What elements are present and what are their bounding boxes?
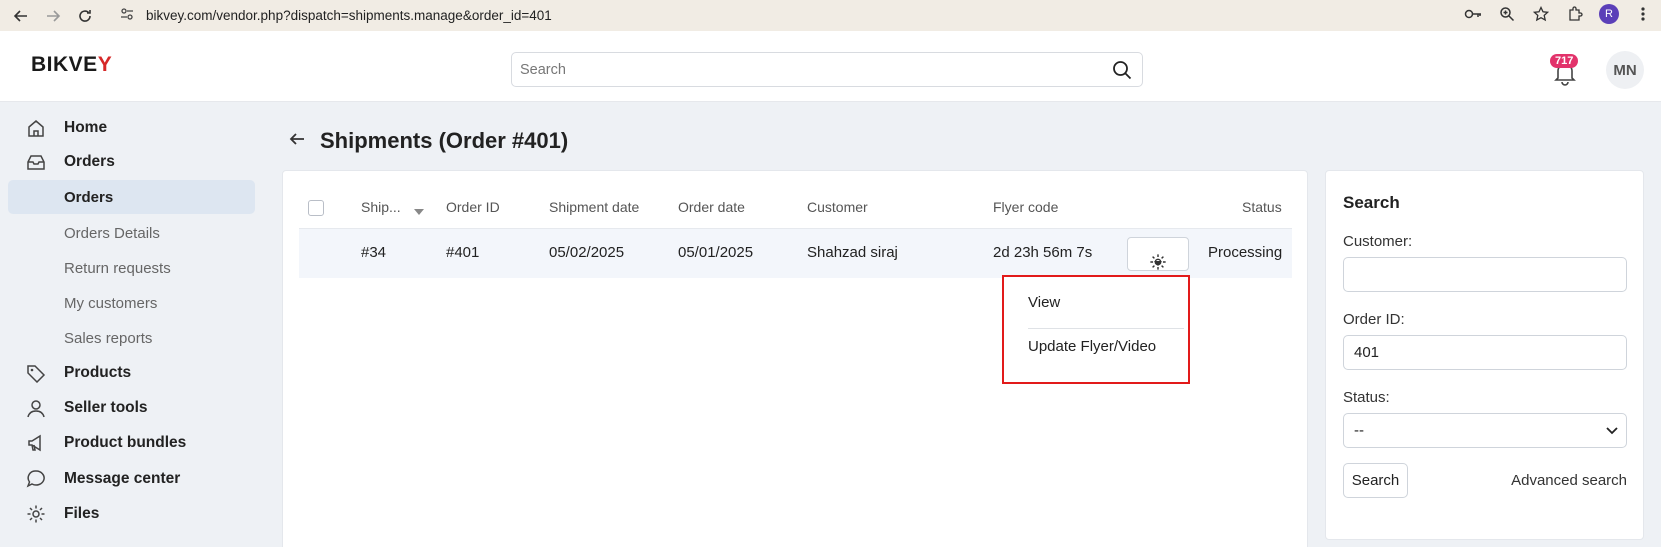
table-header: Ship... Order ID Shipment date Order dat…: [299, 193, 1292, 223]
status-label: Status:: [1343, 389, 1390, 406]
cell-shipment-id[interactable]: #34: [361, 244, 386, 261]
sidebar-item-seller-tools[interactable]: Seller tools: [8, 391, 255, 425]
select-all-checkbox[interactable]: [308, 200, 324, 216]
cell-customer: Shahzad siraj: [807, 244, 898, 261]
row-actions-dropdown: View Update Flyer/Video: [1002, 275, 1190, 384]
star-icon[interactable]: [1531, 4, 1551, 24]
sidebar-item-files[interactable]: Files: [8, 497, 255, 531]
user-avatar[interactable]: MN: [1606, 51, 1644, 89]
column-header-shipment[interactable]: Ship...: [361, 199, 401, 215]
sidebar-item-label: Files: [64, 505, 100, 522]
column-header-order-date: Order date: [678, 199, 745, 215]
global-search: [511, 52, 1143, 87]
sidebar-item-label: Message center: [64, 470, 181, 487]
browser-profile-avatar[interactable]: R: [1599, 4, 1619, 24]
customer-label: Customer:: [1343, 233, 1413, 250]
search-icon[interactable]: [1102, 60, 1142, 80]
sort-desc-icon[interactable]: [414, 202, 424, 218]
chat-icon: [8, 469, 64, 489]
browser-toolbar: bikvey.com/vendor.php?dispatch=shipments…: [0, 0, 1661, 31]
site-settings-icon[interactable]: [120, 7, 136, 24]
back-icon[interactable]: [10, 5, 32, 27]
home-icon: [8, 118, 64, 138]
cell-flyer-code: 2d 23h 56m 7s: [993, 244, 1093, 261]
url-text: bikvey.com/vendor.php?dispatch=shipments…: [146, 8, 552, 23]
customer-field[interactable]: [1343, 257, 1627, 292]
advanced-search-link[interactable]: Advanced search: [1511, 472, 1627, 489]
sidebar-subitem-return-requests[interactable]: Return requests: [8, 251, 255, 285]
inbox-icon: [8, 153, 64, 171]
user-icon: [8, 398, 64, 418]
order-id-field[interactable]: 401: [1343, 335, 1627, 370]
column-header-order-id: Order ID: [446, 199, 500, 215]
order-id-label: Order ID:: [1343, 311, 1405, 328]
page-title: Shipments (Order #401): [320, 128, 569, 153]
tag-icon: [8, 363, 64, 383]
table-row[interactable]: #34 #401 05/02/2025 05/01/2025 Shahzad s…: [299, 228, 1292, 278]
sidebar-item-orders[interactable]: Orders: [8, 145, 255, 179]
menu-item-update-flyer-video[interactable]: Update Flyer/Video: [1028, 338, 1156, 355]
search-panel-title: Search: [1343, 193, 1400, 212]
cell-shipment-date: 05/02/2025: [549, 244, 625, 261]
address-bar[interactable]: bikvey.com/vendor.php?dispatch=shipments…: [120, 3, 1520, 28]
forward-icon[interactable]: [42, 5, 64, 27]
search-button[interactable]: Search: [1343, 463, 1408, 498]
row-actions-button[interactable]: [1127, 237, 1189, 271]
column-header-shipment-date: Shipment date: [549, 199, 640, 215]
back-arrow-icon[interactable]: [288, 130, 306, 154]
reload-icon[interactable]: [74, 5, 96, 27]
chevron-down-icon: [1606, 422, 1618, 439]
cell-order-id[interactable]: #401: [446, 244, 479, 261]
menu-divider: [1028, 328, 1184, 329]
global-search-input[interactable]: [512, 53, 1102, 86]
extensions-icon[interactable]: [1565, 4, 1585, 24]
sidebar-item-label: Products: [64, 364, 132, 381]
gear-icon: [8, 504, 64, 524]
caret-down-icon: [1154, 253, 1162, 270]
notifications-button[interactable]: 717: [1550, 54, 1580, 86]
sidebar-item-message-center[interactable]: Message center: [8, 462, 255, 496]
column-header-flyer-code: Flyer code: [993, 199, 1059, 215]
sidebar-subitem-orders-details[interactable]: Orders Details: [8, 216, 255, 250]
sidebar-item-label: Orders: [64, 153, 115, 170]
menu-item-view[interactable]: View: [1028, 294, 1060, 311]
sidebar-subitem-sales-reports[interactable]: Sales reports: [8, 321, 255, 355]
megaphone-icon: [8, 433, 64, 453]
logo-accent: Y: [97, 53, 113, 76]
zoom-icon[interactable]: [1497, 4, 1517, 24]
column-header-customer: Customer: [807, 199, 868, 215]
sidebar-subitem-orders[interactable]: Orders: [8, 180, 255, 214]
kebab-menu-icon[interactable]: [1633, 4, 1653, 24]
sidebar-item-label: Seller tools: [64, 399, 148, 416]
cell-order-date: 05/01/2025: [678, 244, 754, 261]
status-select[interactable]: --: [1343, 413, 1627, 448]
sidebar-item-product-bundles[interactable]: Product bundles: [8, 426, 255, 460]
sidebar-item-label: Product bundles: [64, 434, 187, 451]
status-select-value: --: [1354, 422, 1364, 439]
notification-badge: 717: [1550, 54, 1579, 68]
sidebar-item-products[interactable]: Products: [8, 356, 255, 390]
search-sidebar-panel: Search Customer: Order ID: 401 Status: -…: [1325, 170, 1644, 540]
column-header-status: Status: [1242, 199, 1282, 215]
key-icon[interactable]: [1463, 4, 1483, 24]
sidebar-item-home[interactable]: Home: [8, 111, 255, 145]
cell-status: Processing: [1208, 244, 1283, 261]
sidebar-subitem-my-customers[interactable]: My customers: [8, 286, 255, 320]
sidebar-item-label: Home: [64, 119, 108, 136]
logo-text: BIKVE: [31, 53, 98, 76]
bikvey-logo[interactable]: BIKVEY: [31, 53, 112, 77]
